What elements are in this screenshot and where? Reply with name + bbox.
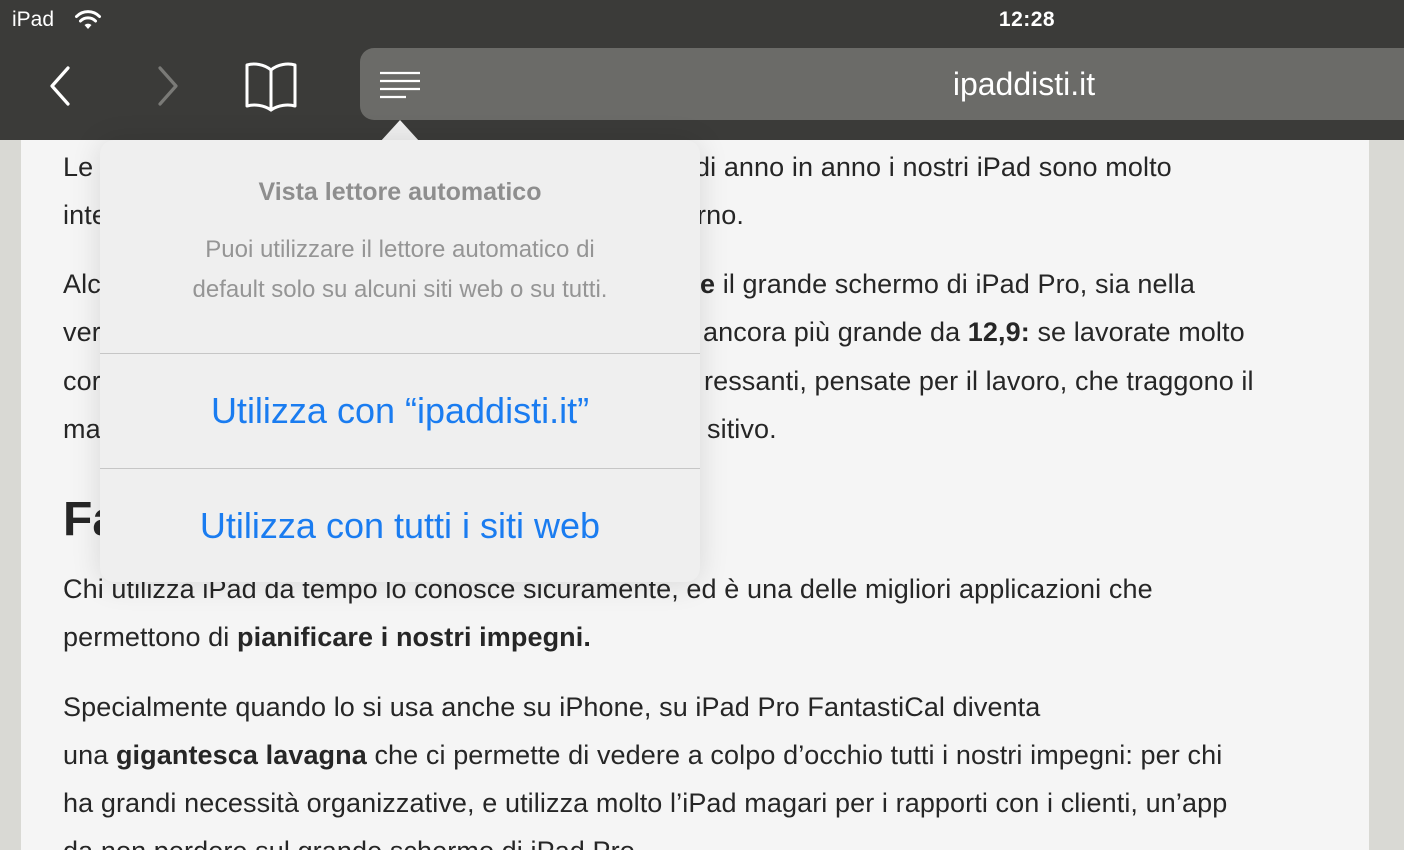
bookmarks-button[interactable] <box>240 60 302 112</box>
url-text[interactable]: ipaddisti.it <box>360 66 1404 103</box>
status-time: 12:28 <box>998 8 1056 31</box>
text-line: e il grande schermo di iPad Pro, sia nel… <box>700 269 1195 299</box>
book-icon <box>245 62 297 112</box>
text-line: rno. <box>697 200 744 230</box>
back-button[interactable] <box>40 62 84 110</box>
text-line: da non perdere sul grande schermo di iPa… <box>63 836 642 850</box>
popover-description: Puoi utilizzare il lettore automatico di… <box>140 230 660 310</box>
text-line: Le <box>63 152 94 182</box>
text-line: una gigantesca lavagna che ci permette d… <box>63 740 1223 770</box>
text-line: sitivo. <box>707 414 777 444</box>
text-line: cor <box>63 366 101 396</box>
popover-title: Vista lettore automatico <box>258 178 542 206</box>
popover-description-line: default solo su alcuni siti web o su tut… <box>192 276 608 303</box>
chevron-right-icon <box>158 66 178 106</box>
text-line: ver <box>63 317 101 347</box>
popover-description-line: Puoi utilizzare il lettore automatico di <box>205 236 595 263</box>
status-bar: iPad 12:28 <box>0 0 1404 44</box>
text-line: Specialmente quando lo si usa anche su i… <box>63 692 1041 722</box>
popover-arrow <box>380 120 420 142</box>
forward-button[interactable] <box>146 62 190 110</box>
reader-settings-popover: Vista lettore automatico Puoi utilizzare… <box>100 140 700 582</box>
text-line: di anno in anno i nostri iPad sono molto <box>695 152 1172 182</box>
text-line: Alc <box>63 269 101 299</box>
address-bar[interactable]: ipaddisti.it <box>360 48 1404 120</box>
text-line: ressanti, pensate per il lavoro, che tra… <box>704 366 1254 396</box>
browser-toolbar: ipaddisti.it <box>0 44 1404 140</box>
text-line: ancora più grande da 12,9: se lavorate m… <box>703 317 1245 347</box>
use-on-all-sites-button[interactable]: Utilizza con tutti i siti web <box>100 469 700 582</box>
chevron-left-icon <box>50 66 70 106</box>
text-line: ha grandi necessità organizzative, e uti… <box>63 788 1228 818</box>
use-on-this-site-button[interactable]: Utilizza con “ipaddisti.it” <box>100 354 700 468</box>
text-line: permettono di pianificare i nostri impeg… <box>63 622 591 652</box>
text-line: ma <box>63 414 101 444</box>
